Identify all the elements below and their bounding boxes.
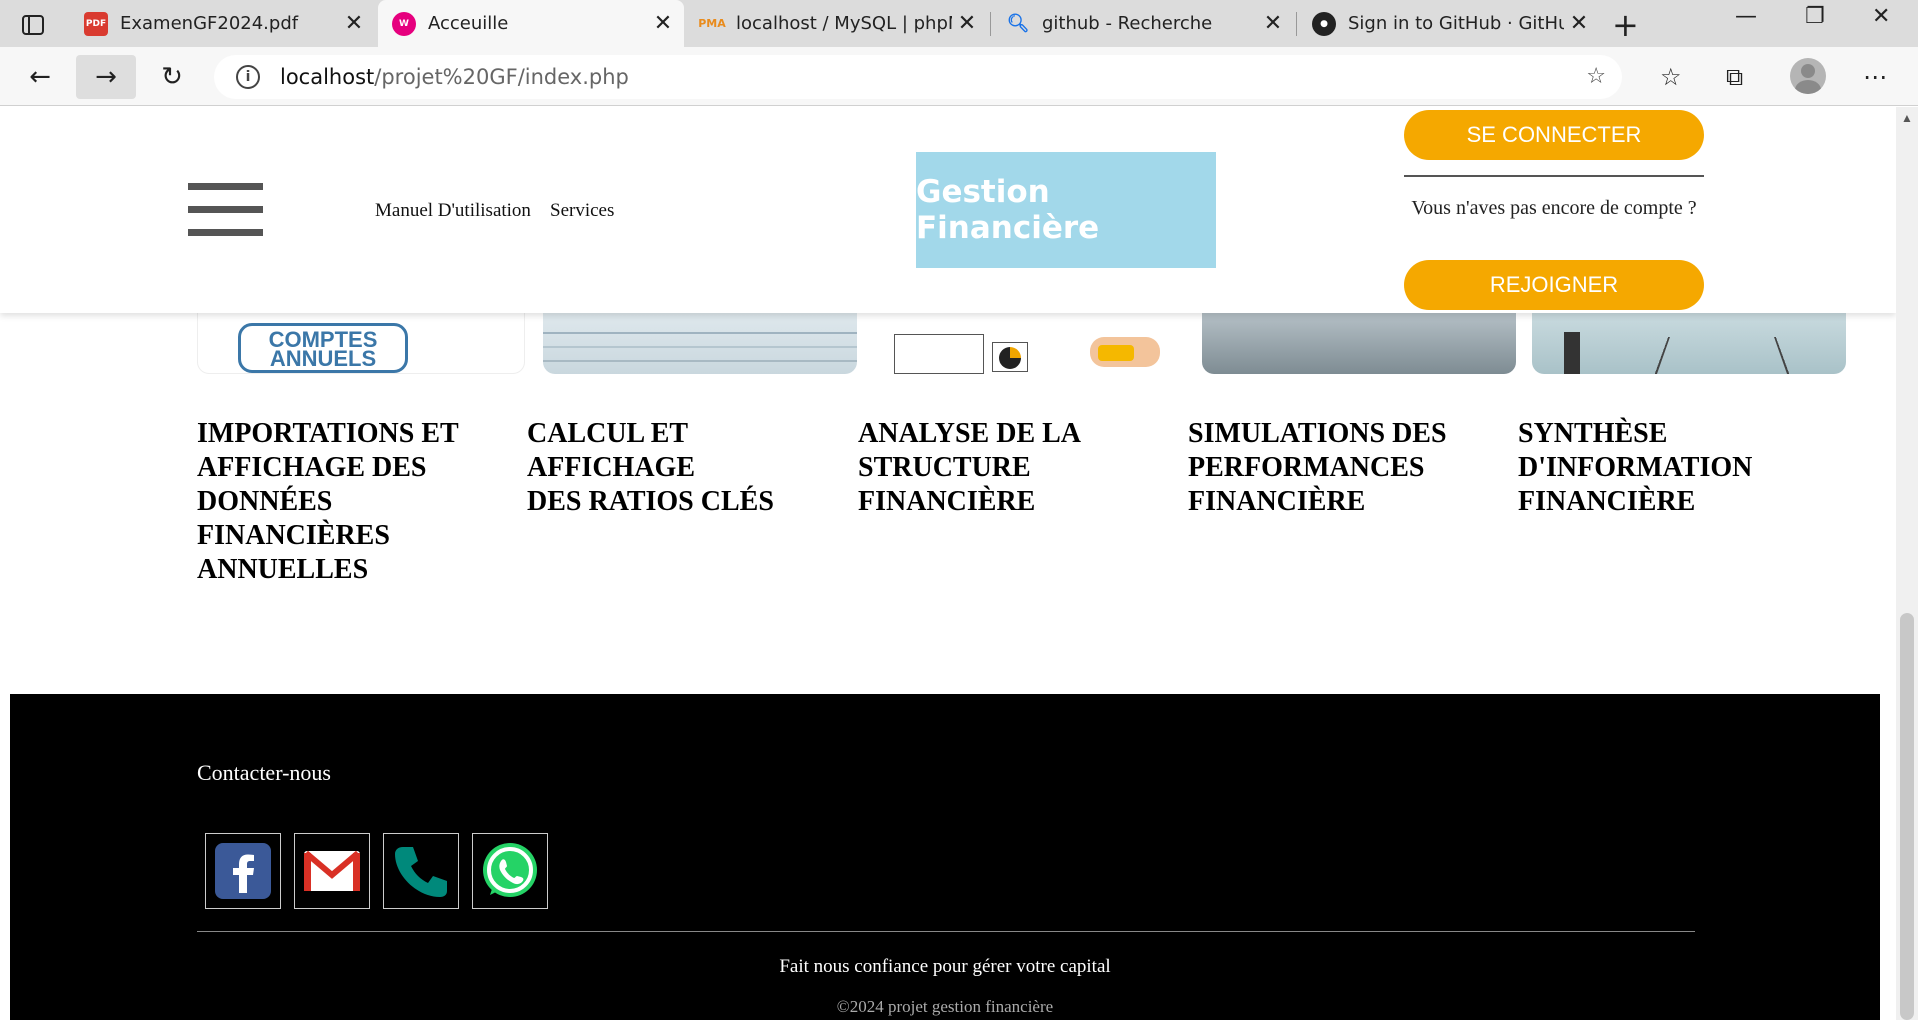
restore-icon[interactable]: ❐ bbox=[1805, 4, 1825, 29]
scroll-up-icon[interactable]: ▲ bbox=[1901, 111, 1913, 126]
collections-icon[interactable]: ⧉ bbox=[1726, 63, 1743, 91]
github-icon: ● bbox=[1312, 11, 1336, 36]
page-viewport: COMPTES ANNUELS IMPORTATIONS ET AFFICHAG… bbox=[0, 107, 1896, 1020]
close-tab-icon[interactable]: ✕ bbox=[1564, 11, 1594, 36]
hand-illustration bbox=[1090, 337, 1160, 367]
forward-button[interactable]: → bbox=[76, 55, 136, 99]
network-illustration bbox=[1654, 337, 1790, 374]
facebook-link[interactable] bbox=[205, 833, 281, 909]
wamp-icon: W bbox=[392, 11, 416, 36]
phpmyadmin-icon: PMA bbox=[698, 17, 726, 30]
favorites-icon[interactable]: ☆ bbox=[1660, 63, 1682, 91]
scrollbar-thumb[interactable] bbox=[1900, 613, 1914, 1020]
tab-title: Acceuille bbox=[428, 13, 509, 34]
tab-title: localhost / MySQL | phpMyAdmin bbox=[736, 13, 952, 34]
tab-actions-icon[interactable] bbox=[18, 10, 48, 40]
browser-tab-bar: PDF ExamenGF2024.pdf ✕ W Acceuille ✕ PMA… bbox=[0, 0, 1918, 47]
pdf-icon: PDF bbox=[84, 11, 108, 36]
contact-title: Contacter-nous bbox=[197, 760, 331, 785]
phone-icon bbox=[395, 847, 447, 897]
site-footer: Contacter-nous Fait nous confiance pour … bbox=[10, 694, 1880, 1020]
feature-calcul-ratios: CALCUL ET AFFICHAGE DES RATIOS CLÉS bbox=[527, 418, 774, 517]
close-tab-icon[interactable]: ✕ bbox=[648, 11, 678, 36]
pie-chart-icon bbox=[992, 342, 1028, 372]
footer-copyright: ©2024 projet gestion financière bbox=[836, 997, 1054, 1016]
feature-simulations: SIMULATIONS DES PERFORMANCES FINANCIÈRE bbox=[1188, 418, 1447, 517]
login-button[interactable]: SE CONNECTER bbox=[1404, 110, 1704, 160]
minimize-icon[interactable]: — bbox=[1735, 4, 1757, 29]
whatsapp-icon bbox=[483, 843, 537, 897]
address-bar: ← → ↻ i localhost/projet%20GF/index.php … bbox=[0, 47, 1918, 106]
close-tab-icon[interactable]: ✕ bbox=[952, 11, 982, 36]
tab-github-search[interactable]: 🔍︎ github - Recherche ✕ bbox=[992, 0, 1294, 47]
footer-tagline: Fait nous confiance pour gérer votre cap… bbox=[779, 956, 1111, 977]
no-account-text: Vous n'aves pas encore de compte ? bbox=[1411, 197, 1697, 219]
site-header: Manuel D'utilisation Services Gestion Fi… bbox=[0, 107, 1896, 313]
new-tab-button[interactable]: + bbox=[1612, 6, 1639, 44]
join-button[interactable]: REJOIGNER bbox=[1404, 260, 1704, 310]
tab-examen-pdf[interactable]: PDF ExamenGF2024.pdf ✕ bbox=[70, 0, 375, 47]
header-divider bbox=[1404, 175, 1704, 177]
tab-title: github - Recherche bbox=[1042, 13, 1213, 34]
gmail-icon bbox=[304, 850, 360, 891]
site-logo[interactable]: Gestion Financière bbox=[916, 152, 1216, 268]
back-button[interactable]: ← bbox=[18, 55, 62, 99]
url-field[interactable]: i localhost/projet%20GF/index.php ☆ bbox=[214, 55, 1622, 99]
url-path: /projet%20GF/index.php bbox=[374, 65, 629, 89]
close-tab-icon[interactable]: ✕ bbox=[1258, 11, 1288, 36]
person-figure bbox=[1564, 332, 1580, 374]
tab-acceuille[interactable]: W Acceuille ✕ bbox=[378, 0, 684, 47]
tab-title: ExamenGF2024.pdf bbox=[120, 13, 299, 34]
tab-github-signin[interactable]: ● Sign in to GitHub · GitHub ✕ bbox=[1298, 0, 1600, 47]
tab-separator bbox=[990, 12, 991, 36]
nav-services[interactable]: Services bbox=[550, 200, 614, 222]
bar-chart-icon bbox=[894, 334, 984, 374]
feature-synthese: SYNTHÈSE D'INFORMATION FINANCIÈRE bbox=[1518, 418, 1753, 517]
site-info-icon[interactable]: i bbox=[236, 65, 260, 89]
hamburger-menu-icon[interactable] bbox=[188, 183, 263, 237]
feature-analyse-structure: ANALYSE DE LA STRUCTURE FINANCIÈRE bbox=[858, 418, 1082, 517]
window-close-icon[interactable]: ✕ bbox=[1872, 4, 1890, 29]
facebook-icon bbox=[215, 843, 271, 899]
tab-separator bbox=[1296, 12, 1297, 36]
phone-link[interactable] bbox=[383, 833, 459, 909]
more-menu-icon[interactable]: ⋯ bbox=[1863, 63, 1887, 91]
gmail-link[interactable] bbox=[294, 833, 370, 909]
refresh-button[interactable]: ↻ bbox=[150, 55, 194, 99]
feature-importations: IMPORTATIONS ET AFFICHAGE DES DONNÉES FI… bbox=[197, 418, 459, 585]
close-tab-icon[interactable]: ✕ bbox=[339, 11, 369, 36]
nav-manuel-utilisation[interactable]: Manuel D'utilisation bbox=[375, 200, 531, 222]
profile-avatar[interactable] bbox=[1790, 58, 1826, 94]
page-scrollbar[interactable]: ▲ bbox=[1896, 107, 1918, 1020]
tab-title: Sign in to GitHub · GitHub bbox=[1348, 13, 1564, 34]
footer-divider bbox=[197, 931, 1695, 932]
comptes-annuels-stamp: COMPTES ANNUELS bbox=[238, 323, 408, 373]
search-icon: 🔍︎ bbox=[1006, 13, 1030, 34]
url-host: localhost bbox=[280, 65, 375, 89]
add-favorite-icon[interactable]: ☆ bbox=[1586, 64, 1606, 89]
tab-phpmyadmin[interactable]: PMA localhost / MySQL | phpMyAdmin ✕ bbox=[686, 0, 988, 47]
whatsapp-link[interactable] bbox=[472, 833, 548, 909]
